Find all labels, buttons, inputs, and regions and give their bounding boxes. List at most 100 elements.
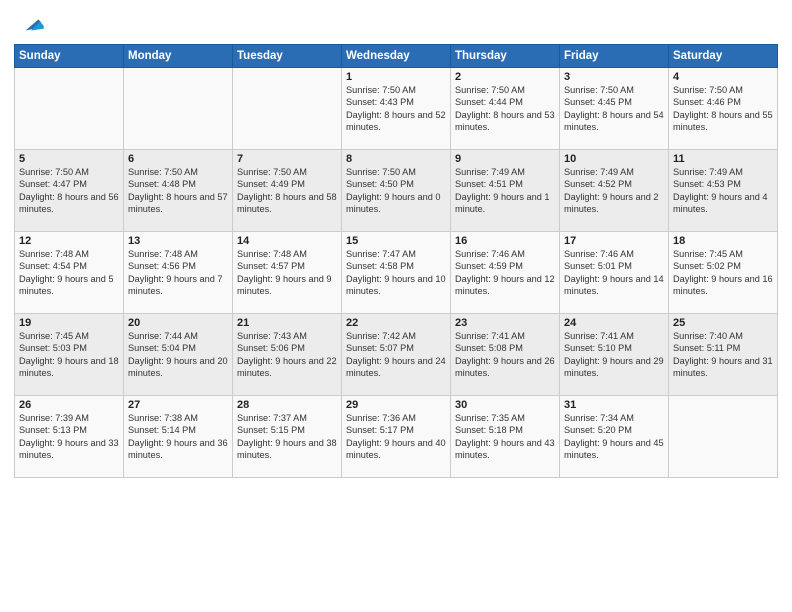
day-content: Sunrise: 7:46 AM Sunset: 4:59 PM Dayligh…: [455, 248, 555, 298]
day-content: Sunrise: 7:41 AM Sunset: 5:08 PM Dayligh…: [455, 330, 555, 380]
day-content: Sunrise: 7:37 AM Sunset: 5:15 PM Dayligh…: [237, 412, 337, 462]
day-content: Sunrise: 7:48 AM Sunset: 4:54 PM Dayligh…: [19, 248, 119, 298]
day-content: Sunrise: 7:50 AM Sunset: 4:47 PM Dayligh…: [19, 166, 119, 216]
day-content: Sunrise: 7:50 AM Sunset: 4:43 PM Dayligh…: [346, 84, 446, 134]
header-day-tuesday: Tuesday: [233, 45, 342, 68]
day-number: 5: [19, 153, 119, 165]
header: [14, 10, 778, 38]
day-content: Sunrise: 7:49 AM Sunset: 4:53 PM Dayligh…: [673, 166, 773, 216]
calendar-cell: 20Sunrise: 7:44 AM Sunset: 5:04 PM Dayli…: [124, 314, 233, 396]
header-day-thursday: Thursday: [451, 45, 560, 68]
calendar-cell: 28Sunrise: 7:37 AM Sunset: 5:15 PM Dayli…: [233, 396, 342, 478]
calendar-cell: 16Sunrise: 7:46 AM Sunset: 4:59 PM Dayli…: [451, 232, 560, 314]
day-content: Sunrise: 7:49 AM Sunset: 4:52 PM Dayligh…: [564, 166, 664, 216]
day-number: 9: [455, 153, 555, 165]
day-number: 24: [564, 317, 664, 329]
calendar-header: SundayMondayTuesdayWednesdayThursdayFrid…: [15, 45, 778, 68]
calendar-cell: 21Sunrise: 7:43 AM Sunset: 5:06 PM Dayli…: [233, 314, 342, 396]
calendar-cell: 15Sunrise: 7:47 AM Sunset: 4:58 PM Dayli…: [342, 232, 451, 314]
day-content: Sunrise: 7:43 AM Sunset: 5:06 PM Dayligh…: [237, 330, 337, 380]
calendar-cell: 6Sunrise: 7:50 AM Sunset: 4:48 PM Daylig…: [124, 150, 233, 232]
header-day-sunday: Sunday: [15, 45, 124, 68]
calendar-cell: 31Sunrise: 7:34 AM Sunset: 5:20 PM Dayli…: [560, 396, 669, 478]
day-number: 30: [455, 399, 555, 411]
header-row: SundayMondayTuesdayWednesdayThursdayFrid…: [15, 45, 778, 68]
day-content: Sunrise: 7:38 AM Sunset: 5:14 PM Dayligh…: [128, 412, 228, 462]
day-content: Sunrise: 7:50 AM Sunset: 4:48 PM Dayligh…: [128, 166, 228, 216]
calendar-body: 1Sunrise: 7:50 AM Sunset: 4:43 PM Daylig…: [15, 68, 778, 478]
calendar-cell: 1Sunrise: 7:50 AM Sunset: 4:43 PM Daylig…: [342, 68, 451, 150]
day-number: 1: [346, 71, 446, 83]
day-number: 27: [128, 399, 228, 411]
calendar-cell: 5Sunrise: 7:50 AM Sunset: 4:47 PM Daylig…: [15, 150, 124, 232]
day-number: 17: [564, 235, 664, 247]
day-content: Sunrise: 7:50 AM Sunset: 4:45 PM Dayligh…: [564, 84, 664, 134]
day-number: 19: [19, 317, 119, 329]
calendar-cell: 18Sunrise: 7:45 AM Sunset: 5:02 PM Dayli…: [669, 232, 778, 314]
calendar-cell: [669, 396, 778, 478]
calendar-cell: [124, 68, 233, 150]
day-number: 12: [19, 235, 119, 247]
day-number: 14: [237, 235, 337, 247]
day-content: Sunrise: 7:50 AM Sunset: 4:49 PM Dayligh…: [237, 166, 337, 216]
day-content: Sunrise: 7:45 AM Sunset: 5:03 PM Dayligh…: [19, 330, 119, 380]
calendar-cell: 12Sunrise: 7:48 AM Sunset: 4:54 PM Dayli…: [15, 232, 124, 314]
week-row-5: 26Sunrise: 7:39 AM Sunset: 5:13 PM Dayli…: [15, 396, 778, 478]
calendar-cell: 25Sunrise: 7:40 AM Sunset: 5:11 PM Dayli…: [669, 314, 778, 396]
calendar-cell: [15, 68, 124, 150]
day-number: 23: [455, 317, 555, 329]
calendar-cell: 3Sunrise: 7:50 AM Sunset: 4:45 PM Daylig…: [560, 68, 669, 150]
week-row-3: 12Sunrise: 7:48 AM Sunset: 4:54 PM Dayli…: [15, 232, 778, 314]
calendar-cell: [233, 68, 342, 150]
day-number: 31: [564, 399, 664, 411]
day-number: 22: [346, 317, 446, 329]
calendar-cell: 10Sunrise: 7:49 AM Sunset: 4:52 PM Dayli…: [560, 150, 669, 232]
calendar-cell: 11Sunrise: 7:49 AM Sunset: 4:53 PM Dayli…: [669, 150, 778, 232]
calendar-cell: 14Sunrise: 7:48 AM Sunset: 4:57 PM Dayli…: [233, 232, 342, 314]
day-content: Sunrise: 7:35 AM Sunset: 5:18 PM Dayligh…: [455, 412, 555, 462]
day-number: 3: [564, 71, 664, 83]
day-content: Sunrise: 7:39 AM Sunset: 5:13 PM Dayligh…: [19, 412, 119, 462]
week-row-2: 5Sunrise: 7:50 AM Sunset: 4:47 PM Daylig…: [15, 150, 778, 232]
day-content: Sunrise: 7:41 AM Sunset: 5:10 PM Dayligh…: [564, 330, 664, 380]
day-number: 25: [673, 317, 773, 329]
day-number: 21: [237, 317, 337, 329]
day-number: 11: [673, 153, 773, 165]
day-content: Sunrise: 7:50 AM Sunset: 4:44 PM Dayligh…: [455, 84, 555, 134]
calendar-cell: 9Sunrise: 7:49 AM Sunset: 4:51 PM Daylig…: [451, 150, 560, 232]
calendar-cell: 22Sunrise: 7:42 AM Sunset: 5:07 PM Dayli…: [342, 314, 451, 396]
day-number: 4: [673, 71, 773, 83]
calendar-cell: 7Sunrise: 7:50 AM Sunset: 4:49 PM Daylig…: [233, 150, 342, 232]
calendar-cell: 24Sunrise: 7:41 AM Sunset: 5:10 PM Dayli…: [560, 314, 669, 396]
header-day-monday: Monday: [124, 45, 233, 68]
week-row-1: 1Sunrise: 7:50 AM Sunset: 4:43 PM Daylig…: [15, 68, 778, 150]
day-number: 16: [455, 235, 555, 247]
calendar-cell: 29Sunrise: 7:36 AM Sunset: 5:17 PM Dayli…: [342, 396, 451, 478]
day-content: Sunrise: 7:48 AM Sunset: 4:57 PM Dayligh…: [237, 248, 337, 298]
day-content: Sunrise: 7:47 AM Sunset: 4:58 PM Dayligh…: [346, 248, 446, 298]
calendar-cell: 26Sunrise: 7:39 AM Sunset: 5:13 PM Dayli…: [15, 396, 124, 478]
day-number: 29: [346, 399, 446, 411]
day-content: Sunrise: 7:45 AM Sunset: 5:02 PM Dayligh…: [673, 248, 773, 298]
logo: [14, 10, 46, 38]
calendar-cell: 8Sunrise: 7:50 AM Sunset: 4:50 PM Daylig…: [342, 150, 451, 232]
day-number: 26: [19, 399, 119, 411]
header-day-saturday: Saturday: [669, 45, 778, 68]
day-number: 7: [237, 153, 337, 165]
calendar-cell: 17Sunrise: 7:46 AM Sunset: 5:01 PM Dayli…: [560, 232, 669, 314]
day-number: 15: [346, 235, 446, 247]
day-number: 18: [673, 235, 773, 247]
header-day-friday: Friday: [560, 45, 669, 68]
header-day-wednesday: Wednesday: [342, 45, 451, 68]
calendar-cell: 2Sunrise: 7:50 AM Sunset: 4:44 PM Daylig…: [451, 68, 560, 150]
calendar-cell: 13Sunrise: 7:48 AM Sunset: 4:56 PM Dayli…: [124, 232, 233, 314]
day-content: Sunrise: 7:49 AM Sunset: 4:51 PM Dayligh…: [455, 166, 555, 216]
day-content: Sunrise: 7:46 AM Sunset: 5:01 PM Dayligh…: [564, 248, 664, 298]
day-number: 28: [237, 399, 337, 411]
calendar-cell: 19Sunrise: 7:45 AM Sunset: 5:03 PM Dayli…: [15, 314, 124, 396]
day-content: Sunrise: 7:34 AM Sunset: 5:20 PM Dayligh…: [564, 412, 664, 462]
day-number: 2: [455, 71, 555, 83]
logo-icon: [18, 10, 46, 38]
day-content: Sunrise: 7:40 AM Sunset: 5:11 PM Dayligh…: [673, 330, 773, 380]
calendar-cell: 30Sunrise: 7:35 AM Sunset: 5:18 PM Dayli…: [451, 396, 560, 478]
